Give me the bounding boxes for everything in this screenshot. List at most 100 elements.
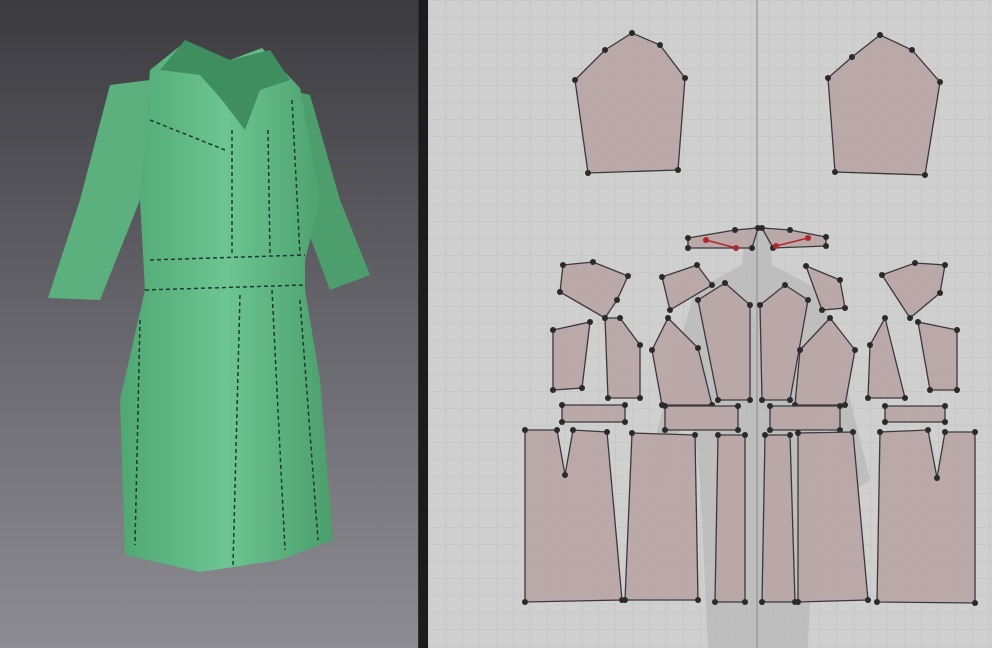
pattern-point[interactable]	[585, 170, 591, 176]
pattern-point[interactable]	[685, 235, 691, 241]
pattern-point[interactable]	[954, 387, 960, 393]
pattern-point[interactable]	[972, 429, 978, 435]
pattern-point[interactable]	[865, 395, 871, 401]
pattern-point[interactable]	[877, 429, 883, 435]
pattern-point[interactable]	[715, 432, 721, 438]
pattern-point[interactable]	[695, 597, 701, 603]
pattern-piece-skirt-back-right[interactable]	[876, 429, 976, 604]
pattern-point[interactable]	[797, 347, 803, 353]
pattern-point[interactable]	[852, 347, 858, 353]
pattern-point[interactable]	[622, 402, 628, 408]
pattern-point[interactable]	[842, 402, 848, 408]
pattern-point[interactable]	[787, 397, 793, 403]
pattern-point[interactable]	[915, 319, 921, 325]
pattern-point[interactable]	[562, 472, 568, 478]
pattern-point[interactable]	[759, 599, 765, 605]
internal-line-point[interactable]	[703, 237, 709, 243]
pattern-point[interactable]	[825, 75, 831, 81]
pattern-point[interactable]	[877, 32, 883, 38]
pattern-piece-skirt-back-left[interactable]	[524, 429, 623, 603]
pattern-point[interactable]	[625, 273, 631, 279]
pattern-piece-waistband-back-left[interactable]	[561, 404, 626, 423]
pattern-point[interactable]	[602, 47, 608, 53]
pattern-point[interactable]	[682, 75, 688, 81]
pattern-point[interactable]	[762, 432, 768, 438]
2d-pattern-window[interactable]	[428, 0, 992, 648]
pattern-point[interactable]	[617, 315, 623, 321]
pattern-point[interactable]	[972, 600, 978, 606]
pattern-point[interactable]	[927, 387, 933, 393]
pattern-point[interactable]	[572, 77, 578, 83]
pattern-point[interactable]	[722, 280, 728, 286]
pattern-point[interactable]	[912, 260, 918, 266]
pattern-point[interactable]	[827, 315, 833, 321]
pattern-point[interactable]	[759, 397, 765, 403]
pattern-piece-skirt-front-left[interactable]	[714, 434, 746, 603]
pattern-point[interactable]	[803, 263, 809, 269]
pattern-point[interactable]	[590, 259, 596, 265]
pattern-point[interactable]	[757, 302, 763, 308]
pattern-point[interactable]	[522, 427, 528, 433]
pattern-point[interactable]	[882, 403, 888, 409]
pattern-point[interactable]	[709, 282, 715, 288]
pattern-point[interactable]	[550, 387, 556, 393]
pattern-point[interactable]	[587, 319, 593, 325]
pattern-point[interactable]	[787, 432, 793, 438]
pattern-piece-skirt-side-left[interactable]	[624, 432, 699, 601]
pattern-point[interactable]	[570, 427, 576, 433]
pattern-point[interactable]	[867, 342, 873, 348]
pattern-point[interactable]	[675, 167, 681, 173]
pattern-point[interactable]	[560, 262, 566, 268]
pattern-point[interactable]	[557, 289, 563, 295]
pattern-point[interactable]	[695, 297, 701, 303]
pattern-point[interactable]	[694, 262, 700, 268]
pattern-point[interactable]	[742, 432, 748, 438]
pattern-point[interactable]	[735, 427, 741, 433]
pattern-point[interactable]	[819, 307, 825, 313]
pattern-point[interactable]	[629, 430, 635, 436]
pattern-point[interactable]	[937, 79, 943, 85]
pattern-point[interactable]	[942, 429, 948, 435]
pattern-point[interactable]	[637, 342, 643, 348]
pattern-point[interactable]	[850, 429, 856, 435]
pattern-point[interactable]	[942, 403, 948, 409]
pattern-point[interactable]	[767, 427, 773, 433]
pattern-point[interactable]	[874, 599, 880, 605]
pattern-point[interactable]	[657, 42, 663, 48]
dress-3d-model[interactable]	[0, 0, 418, 648]
pattern-point[interactable]	[559, 419, 565, 425]
pattern-point[interactable]	[715, 397, 721, 403]
pattern-piece-skirt-front-right[interactable]	[761, 434, 796, 603]
pattern-point[interactable]	[550, 327, 556, 333]
pattern-point[interactable]	[942, 419, 948, 425]
pattern-point[interactable]	[747, 397, 753, 403]
pattern-point[interactable]	[782, 282, 788, 288]
pattern-point[interactable]	[622, 597, 628, 603]
pattern-point[interactable]	[909, 47, 915, 53]
pattern-point[interactable]	[662, 427, 668, 433]
pattern-point[interactable]	[732, 227, 738, 233]
pattern-point[interactable]	[604, 429, 610, 435]
pattern-point[interactable]	[742, 599, 748, 605]
pattern-point[interactable]	[735, 403, 741, 409]
pattern-point[interactable]	[695, 345, 701, 351]
internal-line-point[interactable]	[773, 243, 779, 249]
pattern-point[interactable]	[602, 315, 608, 321]
pattern-point[interactable]	[865, 597, 871, 603]
pattern-point[interactable]	[554, 427, 560, 433]
pattern-point[interactable]	[882, 419, 888, 425]
pattern-point[interactable]	[649, 347, 655, 353]
pattern-piece-waistband-front-left[interactable]	[664, 405, 739, 431]
pattern-point[interactable]	[522, 599, 528, 605]
pattern-point[interactable]	[902, 395, 908, 401]
pattern-point[interactable]	[665, 315, 671, 321]
pattern-point[interactable]	[842, 305, 848, 311]
pattern-point[interactable]	[837, 277, 843, 283]
pattern-point[interactable]	[712, 599, 718, 605]
pattern-point[interactable]	[614, 297, 620, 303]
internal-line-point[interactable]	[805, 235, 811, 241]
pattern-point[interactable]	[795, 430, 801, 436]
pattern-point[interactable]	[747, 302, 753, 308]
pattern-point[interactable]	[882, 315, 888, 321]
pattern-point[interactable]	[823, 243, 829, 249]
